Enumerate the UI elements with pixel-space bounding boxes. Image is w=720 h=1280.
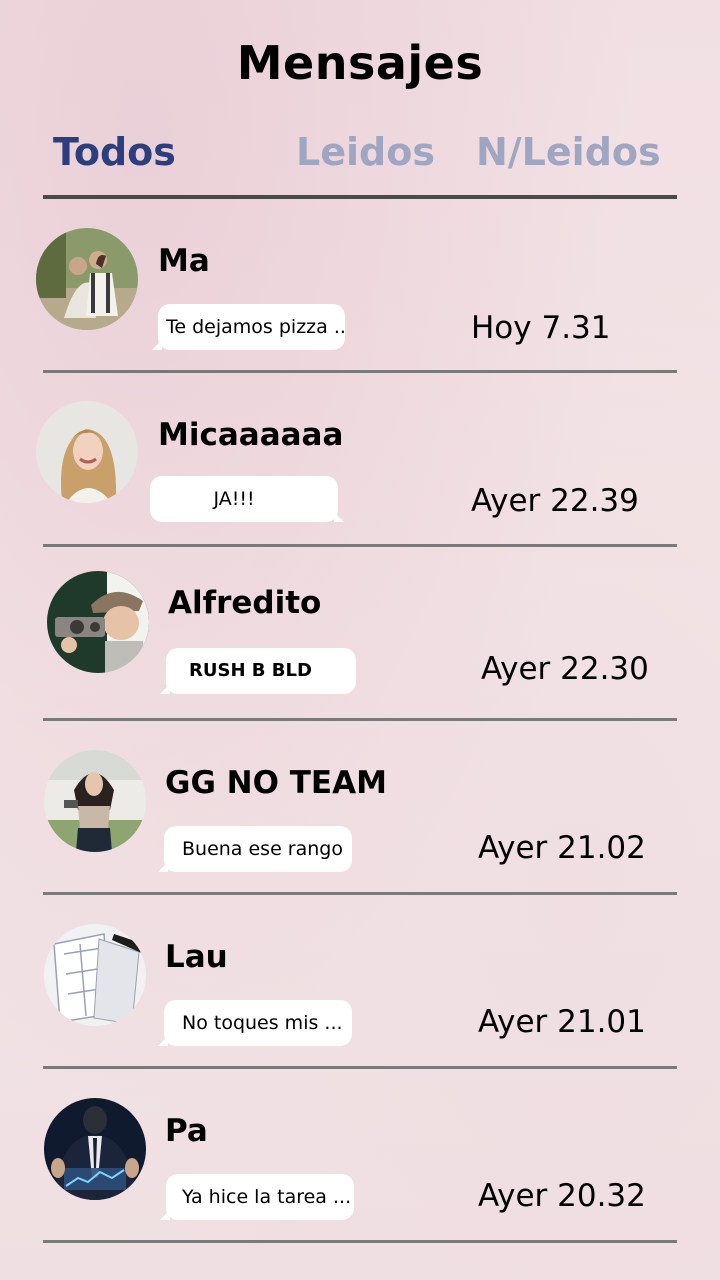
conversation-row-gg-no-team[interactable]: GG NO TEAM Buena ese rango Ayer 21.02	[0, 721, 720, 895]
contact-name: Lau	[165, 939, 228, 975]
contact-name: Alfredito	[168, 585, 322, 621]
message-time: Ayer 21.01	[478, 1004, 646, 1040]
message-preview: Buena ese rango	[158, 826, 352, 872]
message-preview: JA!!!	[150, 476, 344, 522]
tab-todos[interactable]: Todos	[53, 130, 176, 174]
conversation-row-lau[interactable]: Lau No toques mis ... Ayer 21.01	[0, 895, 720, 1069]
conversation-row-alfredito[interactable]: Alfredito RUSH B BLD Ayer 22.30	[0, 547, 720, 721]
message-time: Ayer 22.39	[471, 483, 639, 519]
contact-name: GG NO TEAM	[165, 765, 387, 801]
message-time: Ayer 21.02	[478, 830, 646, 866]
avatar-alfredito	[47, 571, 149, 673]
avatar-micaaaaaa	[36, 401, 138, 503]
message-preview: RUSH B BLD	[160, 648, 356, 694]
conversation-row-pa[interactable]: Pa Ya hice la tarea ... Ayer 20.32	[0, 1069, 720, 1243]
message-preview: Ya hice la tarea ...	[160, 1174, 354, 1220]
page-title: Mensajes	[236, 36, 484, 90]
message-time: Hoy 7.31	[471, 310, 611, 346]
row-divider	[43, 1240, 677, 1243]
message-time: Ayer 20.32	[478, 1178, 646, 1214]
avatar-ma	[36, 228, 138, 330]
avatar-gg-no-team	[44, 750, 146, 852]
contact-name: Pa	[165, 1113, 208, 1149]
avatar-lau	[44, 924, 146, 1026]
tab-no-leidos[interactable]: N/Leidos	[476, 130, 661, 174]
contact-name: Micaaaaaa	[158, 417, 344, 453]
conversation-row-micaaaaaa[interactable]: Micaaaaaa JA!!! Ayer 22.39	[0, 373, 720, 547]
avatar-pa	[44, 1098, 146, 1200]
message-preview: No toques mis ...	[158, 1000, 352, 1046]
tab-leidos[interactable]: Leidos	[296, 130, 435, 174]
contact-name: Ma	[158, 243, 210, 279]
message-preview: Te dejamos pizza ..	[152, 304, 346, 350]
message-time: Ayer 22.30	[481, 651, 649, 687]
conversation-row-ma[interactable]: Ma Te dejamos pizza .. Hoy 7.31	[0, 199, 720, 373]
